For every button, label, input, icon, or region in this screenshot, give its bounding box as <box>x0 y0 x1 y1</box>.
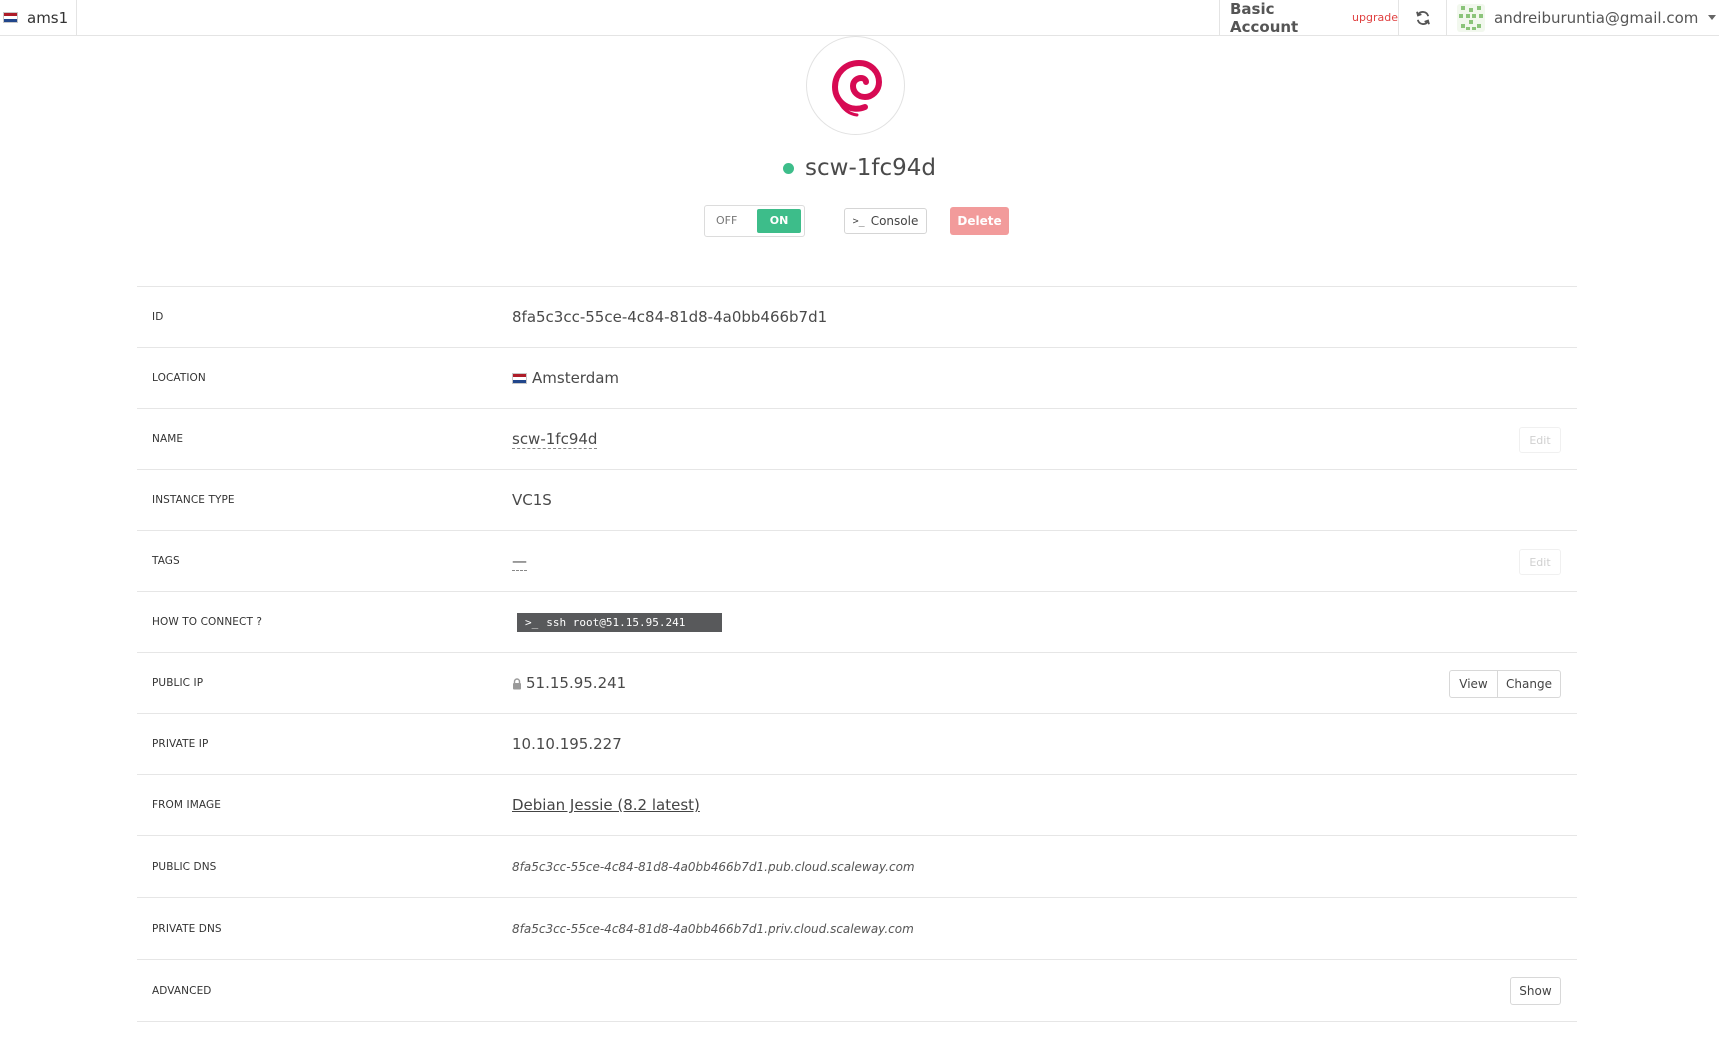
detail-row-public-dns: PUBLIC DNS 8fa5c3cc-55ce-4c84-81d8-4a0bb… <box>137 836 1577 898</box>
os-logo <box>806 36 905 135</box>
user-menu[interactable]: andreiburuntia@gmail.com <box>1446 0 1719 35</box>
detail-row-how-to-connect: HOW TO CONNECT ? >_ ssh root@51.15.95.24… <box>137 592 1577 653</box>
view-ip-button[interactable]: View <box>1449 670 1498 698</box>
detail-label: PRIVATE IP <box>152 738 209 750</box>
detail-row-tags: TAGS — Edit <box>137 531 1577 592</box>
power-on-label: ON <box>757 209 801 233</box>
ssh-command-box[interactable]: >_ ssh root@51.15.95.241 <box>517 613 722 632</box>
detail-label: PUBLIC DNS <box>152 861 217 873</box>
detail-row-advanced: ADVANCED Show <box>137 960 1577 1022</box>
account-plan: Basic Account upgrade <box>1219 0 1398 36</box>
private-ip-value: 10.10.195.227 <box>512 735 622 753</box>
detail-row-public-ip: PUBLIC IP 51.15.95.241 View Change <box>137 653 1577 714</box>
location-name: Amsterdam <box>532 369 620 387</box>
server-name: scw-1fc94d <box>805 155 936 181</box>
detail-label: ID <box>152 311 164 323</box>
detail-row-name: NAME scw-1fc94d Edit <box>137 409 1577 470</box>
detail-label: INSTANCE TYPE <box>152 494 235 506</box>
identicon-avatar <box>1457 3 1485 32</box>
detail-label: HOW TO CONNECT ? <box>152 616 263 628</box>
refresh-button[interactable] <box>1398 0 1446 35</box>
debian-logo <box>831 59 882 116</box>
server-details-table: ID 8fa5c3cc-55ce-4c84-81d8-4a0bb466b7d1 … <box>137 286 1577 1022</box>
ssh-command: ssh root@51.15.95.241 <box>546 616 686 629</box>
netherlands-flag-icon <box>3 12 18 23</box>
detail-label: PRIVATE DNS <box>152 923 222 935</box>
detail-label: TAGS <box>152 555 180 567</box>
location-value: Amsterdam <box>512 348 619 409</box>
connect-value: >_ ssh root@51.15.95.241 <box>512 592 722 653</box>
detail-row-id: ID 8fa5c3cc-55ce-4c84-81d8-4a0bb466b7d1 <box>137 287 1577 348</box>
detail-label: ADVANCED <box>152 985 212 997</box>
detail-row-instance-type: INSTANCE TYPE VC1S <box>137 470 1577 531</box>
detail-row-private-ip: PRIVATE IP 10.10.195.227 <box>137 714 1577 775</box>
console-button-label: Console <box>870 214 919 228</box>
public-dns-value: 8fa5c3cc-55ce-4c84-81d8-4a0bb466b7d1.pub… <box>512 859 915 874</box>
public-ip-value: 51.15.95.241 <box>512 653 626 714</box>
terminal-icon: >_ <box>525 616 539 629</box>
image-link[interactable]: Debian Jessie (8.2 latest) <box>512 775 700 836</box>
delete-button[interactable]: Delete <box>950 207 1009 235</box>
private-dns-value: 8fa5c3cc-55ce-4c84-81d8-4a0bb466b7d1.pri… <box>512 921 914 936</box>
status-indicator <box>783 162 794 174</box>
account-plan-label: Basic Account <box>1230 0 1299 36</box>
detail-label: FROM IMAGE <box>152 799 221 811</box>
change-ip-button[interactable]: Change <box>1498 670 1561 698</box>
caret-down-icon <box>1708 15 1717 20</box>
console-button[interactable]: >_ Console <box>844 208 927 234</box>
public-ip-actions: View Change <box>1449 670 1561 698</box>
editable-server-name[interactable]: scw-1fc94d <box>512 430 598 449</box>
refresh-icon <box>1415 10 1430 25</box>
detail-label: PUBLIC IP <box>152 677 204 689</box>
detail-row-location: LOCATION Amsterdam <box>137 348 1577 409</box>
zone-label: ams1 <box>27 8 69 27</box>
editable-tags[interactable]: — <box>512 552 527 571</box>
detail-row-from-image: FROM IMAGE Debian Jessie (8.2 latest) <box>137 775 1577 836</box>
zone-selector[interactable]: ams1 <box>0 0 77 35</box>
power-toggle[interactable]: OFF ON <box>704 205 805 237</box>
user-email: andreiburuntia@gmail.com <box>1494 8 1699 27</box>
detail-label: NAME <box>152 433 184 445</box>
instance-type-value: VC1S <box>512 491 552 509</box>
tags-value: — <box>512 531 527 592</box>
detail-label: LOCATION <box>152 372 206 384</box>
server-title: scw-1fc94d <box>0 155 1719 181</box>
show-advanced-button[interactable]: Show <box>1510 977 1561 1005</box>
server-id-value: 8fa5c3cc-55ce-4c84-81d8-4a0bb466b7d1 <box>512 308 828 326</box>
detail-row-private-dns: PRIVATE DNS 8fa5c3cc-55ce-4c84-81d8-4a0b… <box>137 898 1577 960</box>
edit-tags-button[interactable]: Edit <box>1519 549 1561 575</box>
from-image-value: Debian Jessie (8.2 latest) <box>512 775 700 836</box>
power-off-label: OFF <box>716 214 738 227</box>
top-bar: ams1 Basic Account upgrade andreiburunti… <box>0 0 1719 36</box>
lock-icon <box>513 677 521 689</box>
netherlands-flag-icon <box>512 373 527 384</box>
edit-name-button[interactable]: Edit <box>1519 427 1561 453</box>
terminal-icon: >_ <box>852 215 865 227</box>
public-ip-address: 51.15.95.241 <box>526 674 627 692</box>
name-value: scw-1fc94d <box>512 409 598 470</box>
upgrade-link[interactable]: upgrade <box>1352 11 1398 24</box>
